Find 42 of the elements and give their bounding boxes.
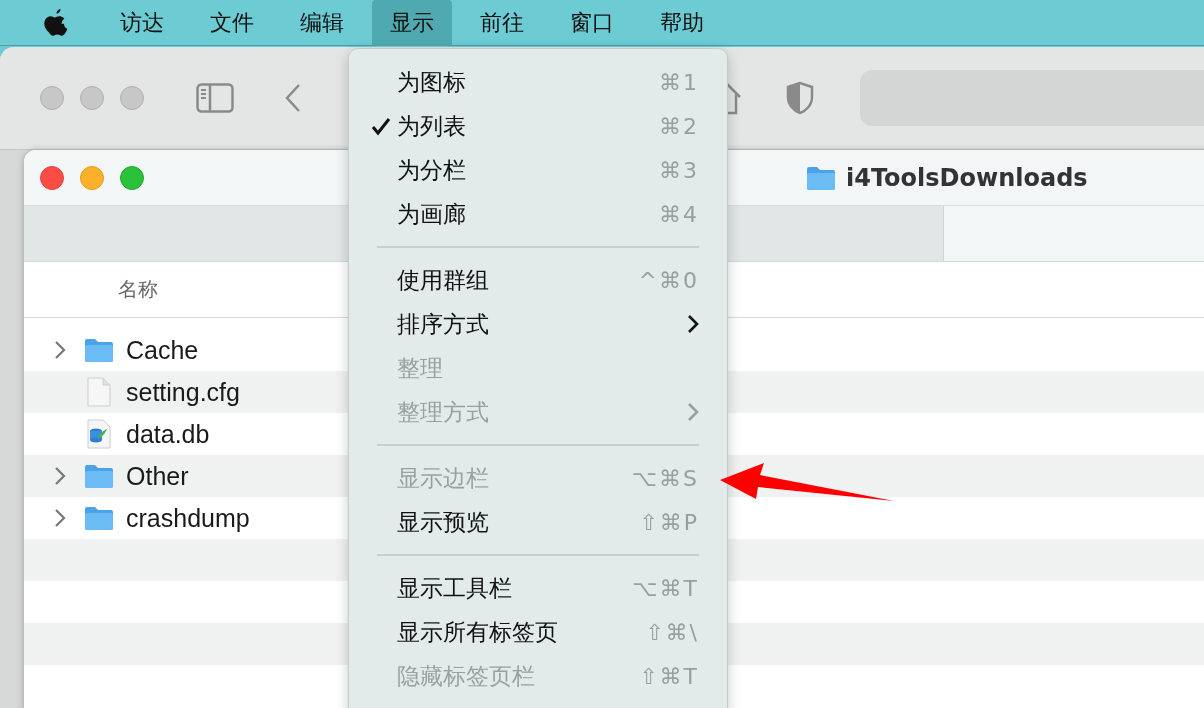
file-name[interactable]: setting.cfg <box>126 377 240 407</box>
window-control[interactable] <box>120 86 144 110</box>
menu-item[interactable]: 为列表 ⌘2 <box>349 104 727 148</box>
sidebar-icon[interactable] <box>196 83 234 113</box>
file-name[interactable]: Other <box>126 461 189 491</box>
menu-bar-item[interactable]: 显示 <box>372 0 452 46</box>
menu-bar-item[interactable]: 帮助 <box>642 0 722 46</box>
column-header[interactable]: 名称 <box>118 276 158 303</box>
menu-item[interactable]: 使用群组 ^⌘0 <box>349 258 727 302</box>
disclosure-chevron-icon[interactable] <box>54 340 66 360</box>
disclosure-chevron-icon[interactable] <box>54 508 66 528</box>
menu-item[interactable]: 显示所有标签页 ⇧⌘\ <box>349 610 727 654</box>
menu-bar-item[interactable]: 前往 <box>462 0 542 46</box>
menu-bar-item[interactable]: 访达 <box>102 0 182 46</box>
menu-item[interactable]: 为图标 ⌘1 <box>349 60 727 104</box>
menu-item[interactable]: 显示预览 ⇧⌘P <box>349 500 727 544</box>
menu-item[interactable]: 为画廊 ⌘4 <box>349 192 727 236</box>
close-button[interactable] <box>40 165 64 190</box>
back-icon[interactable] <box>284 83 302 113</box>
file-name[interactable]: data.db <box>126 419 210 449</box>
zoom-button[interactable] <box>120 165 144 190</box>
shield-icon[interactable] <box>786 81 814 115</box>
menu-bar-item[interactable]: 编辑 <box>282 0 362 46</box>
window-title: i4ToolsDownloads <box>846 163 1088 192</box>
menu-item[interactable]: 显示工具栏 ⌥⌘T <box>349 566 727 610</box>
disclosure-chevron-icon[interactable] <box>54 466 66 486</box>
menu-bar-item[interactable]: 文件 <box>192 0 272 46</box>
minimize-button[interactable] <box>80 165 104 190</box>
database-file-icon <box>84 419 114 449</box>
window-control[interactable] <box>80 86 104 110</box>
menu-bar-item[interactable]: 窗口 <box>552 0 632 46</box>
folder-icon <box>84 337 114 363</box>
folder-icon <box>806 164 836 191</box>
folder-icon <box>84 463 114 489</box>
menu-item[interactable]: 排序方式 <box>349 302 727 346</box>
document-icon <box>84 377 114 407</box>
folder-icon <box>84 505 114 531</box>
file-name[interactable]: crashdump <box>126 503 250 533</box>
window-control[interactable] <box>40 86 64 110</box>
file-name[interactable]: Cache <box>126 335 199 365</box>
menu-item[interactable]: 为分栏 ⌘3 <box>349 148 727 192</box>
apple-icon[interactable] <box>44 8 68 37</box>
